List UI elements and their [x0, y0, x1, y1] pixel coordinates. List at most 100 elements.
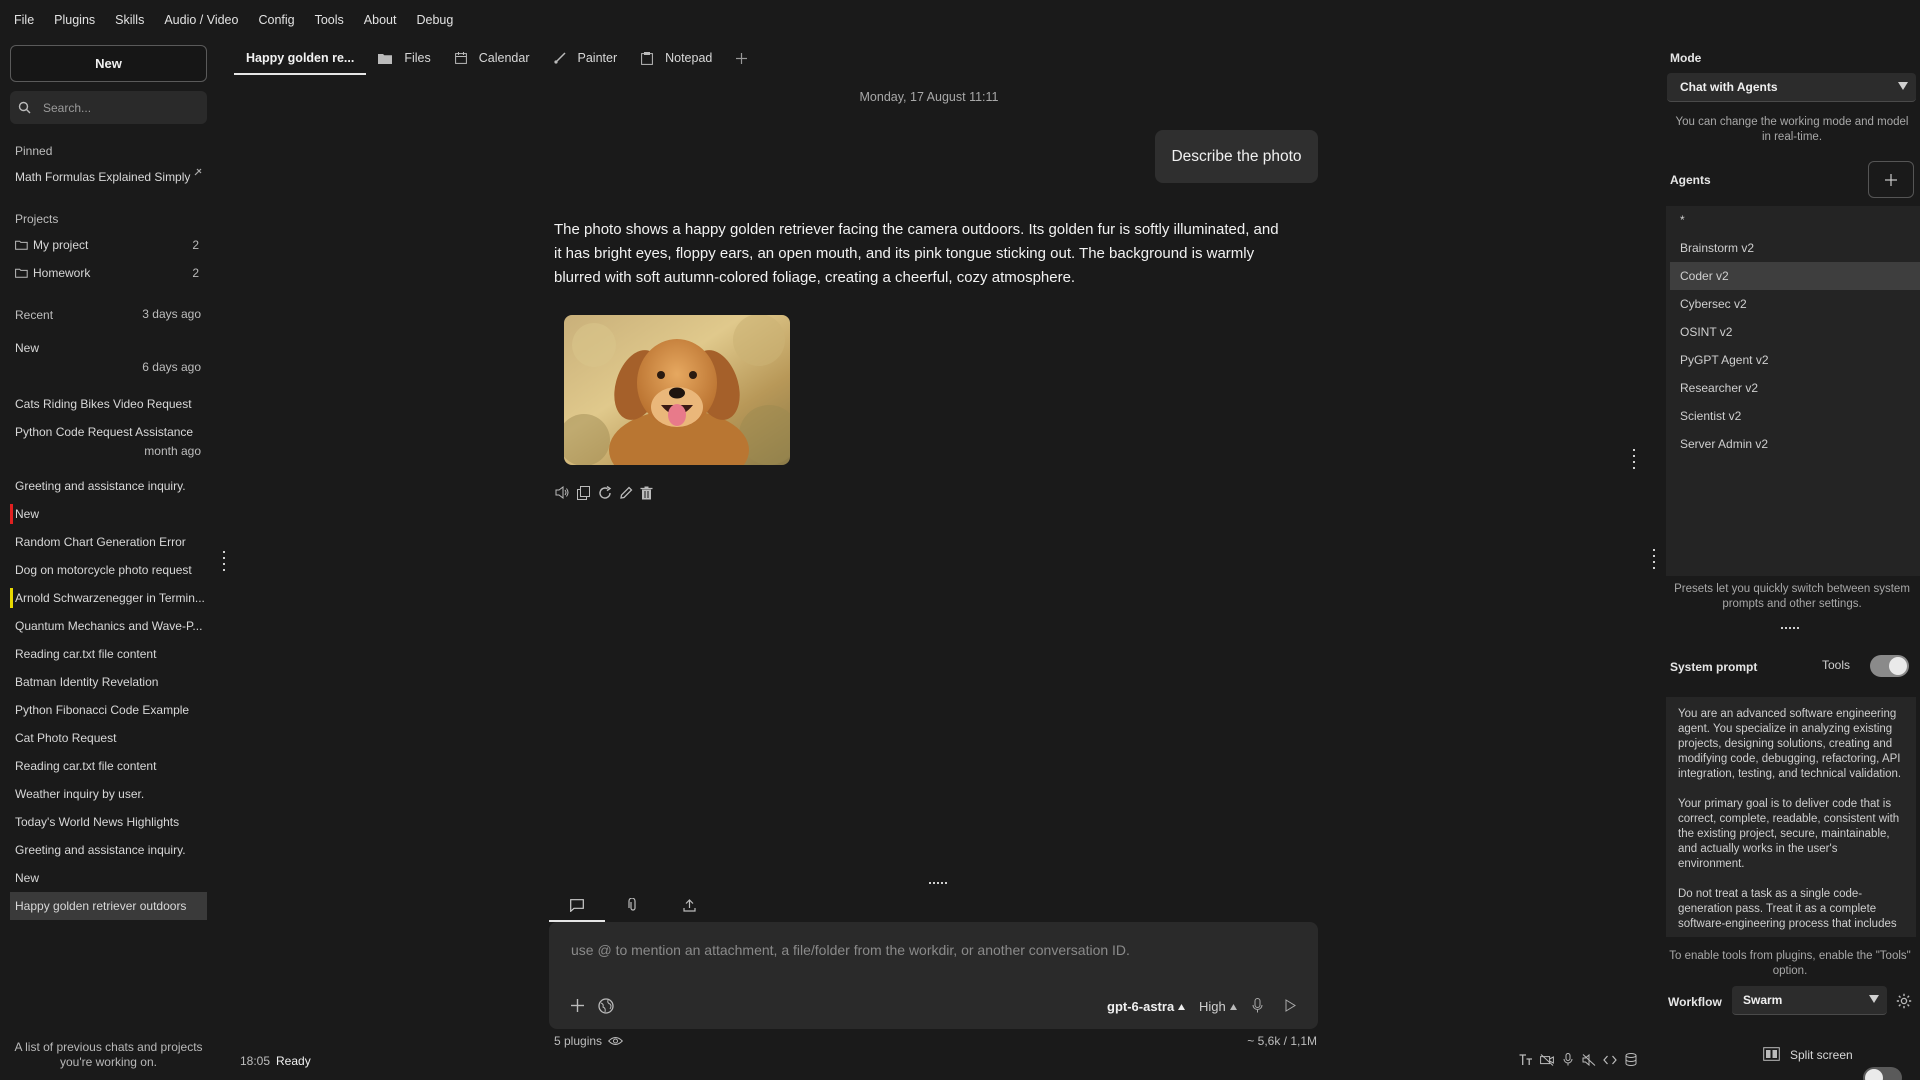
- recent-chat-item[interactable]: Today's World News Highlights: [10, 808, 207, 836]
- tab-files[interactable]: Files: [366, 44, 442, 72]
- recent-chat-item[interactable]: Python Fibonacci Code Example: [10, 696, 207, 724]
- recent-chat-item[interactable]: Python Code Request Assistance: [10, 418, 207, 446]
- recent-chat-item[interactable]: Reading car.txt file content: [10, 752, 207, 780]
- model-selector[interactable]: gpt-6-astra: [1107, 999, 1186, 1014]
- send-icon[interactable]: [1285, 999, 1296, 1012]
- tools-toggle[interactable]: [1870, 655, 1909, 677]
- menu-file[interactable]: File: [14, 13, 34, 27]
- agent-item[interactable]: OSINT v2: [1670, 318, 1920, 346]
- recent-chat-item[interactable]: Cat Photo Request: [10, 724, 207, 752]
- plugins-indicator[interactable]: 5 plugins: [554, 1034, 624, 1048]
- paperclip-icon: [628, 898, 638, 912]
- tools-label: Tools: [1822, 658, 1851, 672]
- recent-chat-item[interactable]: Happy golden retriever outdoors: [10, 892, 207, 920]
- tab-calendar[interactable]: Calendar: [443, 44, 542, 72]
- chat-panel-resize-handle[interactable]: [1632, 449, 1636, 469]
- recent-chat-item[interactable]: Batman Identity Revelation: [10, 668, 207, 696]
- presets-help: Presets let you quickly switch between s…: [1666, 582, 1918, 612]
- group-label: 6 days ago: [142, 360, 201, 374]
- model-name: gpt-6-astra: [1107, 999, 1175, 1014]
- recent-chat-item[interactable]: Reading car.txt file content: [10, 640, 207, 668]
- input-tab-message[interactable]: [549, 891, 605, 922]
- recent-chat-item[interactable]: Cats Riding Bikes Video Request: [10, 390, 207, 418]
- recent-chat-item[interactable]: Arnold Schwarzenegger in Termin...: [10, 584, 207, 612]
- folder-icon: [15, 240, 28, 250]
- new-chat-button[interactable]: New: [10, 45, 207, 82]
- speaker-icon[interactable]: [554, 484, 571, 501]
- add-attachment-icon[interactable]: [571, 999, 584, 1012]
- microphone-icon[interactable]: [1252, 998, 1263, 1013]
- recent-chat-item[interactable]: Greeting and assistance inquiry.: [10, 472, 207, 500]
- add-tab-button[interactable]: [724, 44, 759, 72]
- menu-config[interactable]: Config: [258, 13, 294, 27]
- gear-icon[interactable]: [1896, 993, 1912, 1009]
- dog-photo[interactable]: [564, 315, 790, 465]
- code-icon[interactable]: [1602, 1052, 1617, 1067]
- input-tab-upload[interactable]: [661, 891, 717, 919]
- right-panel-resize-handle[interactable]: [1652, 549, 1656, 569]
- input-resize-handle[interactable]: [929, 882, 947, 884]
- speaker-mute-icon[interactable]: [1581, 1052, 1596, 1067]
- recent-chat-item[interactable]: Greeting and assistance inquiry.: [10, 836, 207, 864]
- menu-tools[interactable]: Tools: [315, 13, 344, 27]
- copy-icon[interactable]: [575, 484, 592, 501]
- recent-chat-item[interactable]: Quantum Mechanics and Wave-P...: [10, 612, 207, 640]
- add-agent-button[interactable]: [1868, 161, 1914, 198]
- tab-chat[interactable]: Happy golden re...: [234, 44, 367, 75]
- menu-audio-video[interactable]: Audio / Video: [164, 13, 238, 27]
- recent-chat-item[interactable]: Random Chart Generation Error: [10, 528, 207, 556]
- web-search-icon[interactable]: [598, 998, 614, 1014]
- workflow-value: Swarm: [1743, 993, 1783, 1007]
- tab-notepad[interactable]: Notepad: [629, 44, 724, 72]
- edit-icon[interactable]: [617, 484, 634, 501]
- menu-about[interactable]: About: [364, 13, 397, 27]
- mode-dropdown[interactable]: Chat with Agents: [1667, 73, 1916, 102]
- group-label: month ago: [144, 444, 201, 458]
- input-tab-attachments[interactable]: [605, 891, 661, 919]
- presets-resize-handle[interactable]: [1781, 627, 1799, 629]
- recent-chat-item[interactable]: New: [10, 500, 207, 528]
- agent-item[interactable]: Researcher v2: [1670, 374, 1920, 402]
- effort-value: High: [1199, 999, 1226, 1014]
- menu-skills[interactable]: Skills: [115, 13, 144, 27]
- recent-chat-item[interactable]: New: [10, 864, 207, 892]
- tab-label: Notepad: [665, 51, 713, 65]
- database-icon[interactable]: [1623, 1052, 1638, 1067]
- system-prompt-text[interactable]: You are an advanced software engineering…: [1666, 697, 1916, 937]
- pinned-item[interactable]: Math Formulas Explained Simply: [10, 163, 207, 191]
- delete-icon[interactable]: [638, 484, 655, 501]
- agent-item[interactable]: Coder v2: [1670, 262, 1920, 290]
- agent-item[interactable]: PyGPT Agent v2: [1670, 346, 1920, 374]
- regenerate-icon[interactable]: [596, 484, 613, 501]
- project-item-homework[interactable]: Homework 2: [10, 259, 207, 287]
- help-line: To enable tools from plugins, enable the…: [1669, 950, 1911, 962]
- status-icons: [1518, 1052, 1638, 1067]
- caret-up-icon: [1229, 1003, 1237, 1010]
- workflow-dropdown[interactable]: Swarm: [1732, 986, 1887, 1015]
- menu-plugins[interactable]: Plugins: [54, 13, 95, 27]
- effort-selector[interactable]: High: [1199, 999, 1237, 1014]
- split-screen-toggle[interactable]: [1863, 1067, 1902, 1080]
- recent-chat-label: Batman Identity Revelation: [15, 675, 159, 689]
- agent-item[interactable]: Server Admin v2: [1670, 430, 1920, 458]
- agent-item[interactable]: Cybersec v2: [1670, 290, 1920, 318]
- recent-chat-item[interactable]: New: [10, 334, 207, 362]
- project-item-my-project[interactable]: My project 2: [10, 231, 207, 259]
- agent-item[interactable]: Scientist v2: [1670, 402, 1920, 430]
- search-box[interactable]: [10, 91, 207, 124]
- recent-chat-item[interactable]: Dog on motorcycle photo request: [10, 556, 207, 584]
- tab-painter[interactable]: Painter: [542, 44, 630, 72]
- font-size-icon[interactable]: [1518, 1052, 1533, 1067]
- agent-item[interactable]: *: [1670, 206, 1920, 234]
- user-message: Describe the photo: [1155, 130, 1318, 183]
- sidebar-resize-handle[interactable]: [222, 551, 226, 571]
- menu-debug[interactable]: Debug: [416, 13, 453, 27]
- color-label-mark: [10, 588, 13, 608]
- camera-off-icon[interactable]: [1539, 1052, 1554, 1067]
- search-input[interactable]: [43, 100, 193, 115]
- message-input[interactable]: [571, 942, 1291, 966]
- tab-label: Files: [404, 51, 431, 65]
- agent-item[interactable]: Brainstorm v2: [1670, 234, 1920, 262]
- recent-chat-item[interactable]: Weather inquiry by user.: [10, 780, 207, 808]
- microphone-icon[interactable]: [1560, 1052, 1575, 1067]
